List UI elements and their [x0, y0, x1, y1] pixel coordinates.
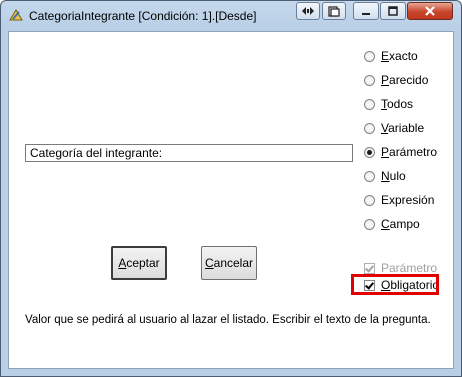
nav-arrows-button[interactable]: [296, 2, 320, 20]
radio-button[interactable]: [364, 218, 375, 230]
highlight-box: [351, 274, 439, 295]
question-input[interactable]: Categoría del integrante:: [25, 144, 353, 162]
window-title: CategoriaIntegrante [Condición: 1].[Desd…: [29, 9, 257, 23]
checkbox: [364, 262, 375, 274]
dialog-body: Categoría del integrante: Exacto Parecid…: [8, 31, 454, 369]
radio-parecido[interactable]: Parecido: [364, 72, 428, 88]
radio-button[interactable]: [364, 74, 375, 86]
radio-nulo[interactable]: Nulo: [364, 168, 406, 184]
radio-button[interactable]: [364, 170, 375, 182]
left-right-arrows-icon: [302, 7, 314, 15]
cancel-button[interactable]: Cancelar: [201, 246, 257, 280]
maximize-icon: [388, 6, 398, 16]
minimize-button[interactable]: [353, 2, 379, 20]
radio-button[interactable]: [364, 122, 375, 134]
pin-button[interactable]: [322, 2, 346, 20]
hint-text: Valor que se pedirá al usuario al lazar …: [25, 314, 431, 326]
radio-button[interactable]: [364, 98, 375, 110]
close-icon: [425, 6, 435, 16]
radio-parametro[interactable]: Parámetro: [364, 144, 437, 160]
radio-exacto[interactable]: Exacto: [364, 48, 418, 64]
dialog-window: CategoriaIntegrante [Condición: 1].[Desd…: [0, 0, 462, 377]
accept-button[interactable]: Aceptar: [111, 246, 167, 280]
radio-expresion[interactable]: Expresión: [364, 192, 434, 208]
maximize-button[interactable]: [380, 2, 406, 20]
radio-button[interactable]: [364, 194, 375, 206]
radio-button-selected[interactable]: [364, 146, 375, 158]
radio-variable[interactable]: Variable: [364, 120, 424, 136]
title-bar[interactable]: CategoriaIntegrante [Condición: 1].[Desd…: [1, 1, 461, 31]
radio-button[interactable]: [364, 50, 375, 62]
pin-icon: [328, 5, 340, 17]
radio-campo[interactable]: Campo: [364, 216, 420, 232]
minimize-icon: [362, 13, 370, 15]
close-button[interactable]: [407, 2, 453, 20]
radio-todos[interactable]: Todos: [364, 96, 413, 112]
app-icon: [9, 9, 23, 21]
